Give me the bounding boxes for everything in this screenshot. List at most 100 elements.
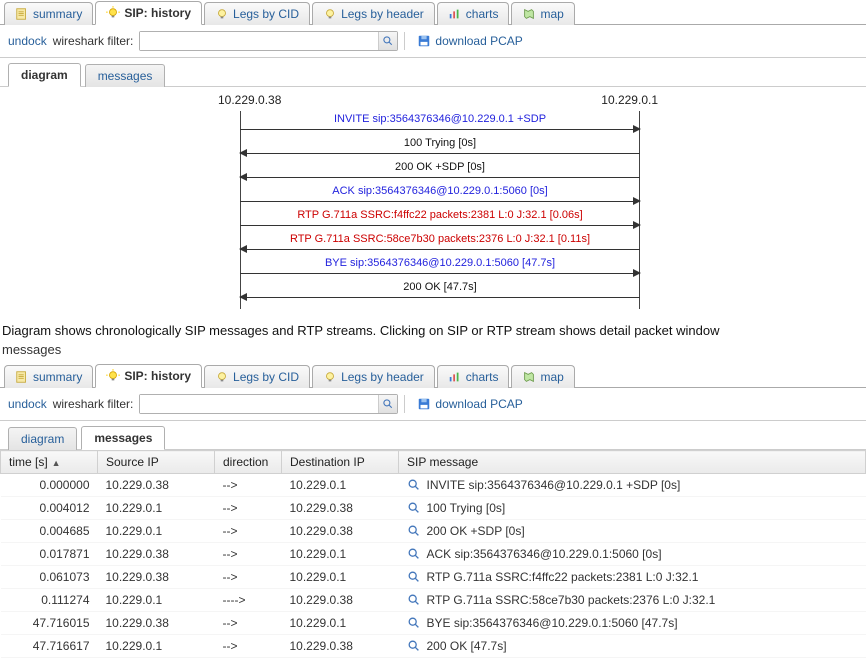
diagram-explain-text: Diagram shows chronologically SIP messag… — [0, 319, 866, 340]
col-time[interactable]: time [s]▲ — [1, 451, 98, 474]
tab-map[interactable]: map — [511, 2, 574, 25]
sequence-diagram: 10.229.0.38 10.229.0.1 INVITE sip:356437… — [0, 87, 866, 319]
cell-dest-ip: 10.229.0.38 — [282, 635, 399, 658]
seq-message-label: BYE sip:3564376346@10.229.0.1:5060 [47.7… — [240, 257, 640, 269]
table-row[interactable]: 0.11127410.229.0.1---->10.229.0.38RTP G.… — [1, 589, 866, 612]
table-row[interactable]: 0.00000010.229.0.38-->10.229.0.1INVITE s… — [1, 474, 866, 497]
arrow-right-icon — [633, 197, 641, 205]
table-row[interactable]: 0.06107310.229.0.38-->10.229.0.1RTP G.71… — [1, 566, 866, 589]
bulb-on-icon — [106, 6, 120, 20]
magnifier-icon[interactable] — [407, 524, 421, 538]
download-pcap-button[interactable]: download PCAP — [417, 34, 522, 48]
doc-icon — [15, 7, 29, 21]
subtab-messages[interactable]: messages — [85, 64, 166, 87]
tab-legs-header[interactable]: Legs by header — [312, 365, 435, 388]
messages-table: time [s]▲ Source IP direction Destinatio… — [0, 450, 866, 658]
filter-search-button[interactable] — [378, 32, 397, 50]
undock-link[interactable]: undock — [8, 34, 47, 48]
col-dest-ip[interactable]: Destination IP — [282, 451, 399, 474]
filter-box — [139, 394, 398, 414]
magnifier-icon[interactable] — [407, 570, 421, 584]
cell-sip-message: RTP G.711a SSRC:f4ffc22 packets:2381 L:0… — [399, 566, 866, 589]
seq-message[interactable]: RTP G.711a SSRC:f4ffc22 packets:2381 L:0… — [28, 209, 838, 233]
cell-time: 0.017871 — [1, 543, 98, 566]
seq-message-label: 200 OK [47.7s] — [240, 281, 640, 293]
magnifier-icon[interactable] — [407, 547, 421, 561]
cell-sip-message: ACK sip:3564376346@10.229.0.1:5060 [0s] — [399, 543, 866, 566]
tab-label: charts — [466, 7, 499, 21]
tab-label: summary — [33, 7, 82, 21]
magnifier-icon[interactable] — [407, 478, 421, 492]
cell-source-ip: 10.229.0.1 — [98, 497, 215, 520]
cell-sip-message: 100 Trying [0s] — [399, 497, 866, 520]
main-tabbar: summary SIP: history Legs by CID Legs by… — [0, 0, 866, 25]
tab-label: SIP: history — [124, 6, 191, 20]
magnifier-icon[interactable] — [407, 593, 421, 607]
tab-map[interactable]: map — [511, 365, 574, 388]
subtab-diagram[interactable]: diagram — [8, 427, 77, 450]
tab-label: Legs by header — [341, 7, 424, 21]
seq-message[interactable]: 200 OK [47.7s] — [28, 281, 838, 305]
cell-direction: --> — [215, 566, 282, 589]
cell-time: 0.004012 — [1, 497, 98, 520]
arrow-left-icon — [239, 173, 247, 181]
subtab-messages[interactable]: messages — [81, 426, 165, 450]
cell-source-ip: 10.229.0.1 — [98, 520, 215, 543]
filter-input[interactable] — [140, 32, 378, 50]
tab-summary[interactable]: summary — [4, 2, 93, 25]
undock-link[interactable]: undock — [8, 397, 47, 411]
subtab-diagram[interactable]: diagram — [8, 63, 81, 87]
download-pcap-button[interactable]: download PCAP — [417, 397, 522, 411]
tab-label: map — [540, 7, 563, 21]
tab-sip-history[interactable]: SIP: history — [95, 364, 202, 388]
table-row[interactable]: 0.00468510.229.0.1-->10.229.0.38200 OK +… — [1, 520, 866, 543]
col-direction[interactable]: direction — [215, 451, 282, 474]
chart-icon — [448, 7, 462, 21]
magnifier-icon[interactable] — [407, 616, 421, 630]
filter-input[interactable] — [140, 395, 378, 413]
sort-asc-icon: ▲ — [48, 458, 61, 468]
seq-message[interactable]: 100 Trying [0s] — [28, 137, 838, 161]
table-row[interactable]: 0.00401210.229.0.1-->10.229.0.38100 Tryi… — [1, 497, 866, 520]
table-row[interactable]: 47.71601510.229.0.38-->10.229.0.1BYE sip… — [1, 612, 866, 635]
seq-message[interactable]: INVITE sip:3564376346@10.229.0.1 +SDP — [28, 113, 838, 137]
seq-message[interactable]: BYE sip:3564376346@10.229.0.1:5060 [47.7… — [28, 257, 838, 281]
cell-sip-message: BYE sip:3564376346@10.229.0.1:5060 [47.7… — [399, 612, 866, 635]
tab-legs-cid[interactable]: Legs by CID — [204, 2, 310, 25]
download-label: download PCAP — [435, 34, 522, 48]
tab-legs-header[interactable]: Legs by header — [312, 2, 435, 25]
cell-direction: --> — [215, 543, 282, 566]
seq-message[interactable]: 200 OK +SDP [0s] — [28, 161, 838, 185]
sip-message-text: 200 OK [47.7s] — [427, 639, 507, 653]
magnifier-icon[interactable] — [407, 501, 421, 515]
tab-summary[interactable]: summary — [4, 365, 93, 388]
cell-time: 0.111274 — [1, 589, 98, 612]
bulb-icon — [215, 370, 229, 384]
cell-dest-ip: 10.229.0.1 — [282, 474, 399, 497]
seq-message-label: 100 Trying [0s] — [240, 137, 640, 149]
col-sip-message[interactable]: SIP message — [399, 451, 866, 474]
tab-label: summary — [33, 370, 82, 384]
tab-label: charts — [466, 370, 499, 384]
cell-direction: --> — [215, 520, 282, 543]
tab-charts[interactable]: charts — [437, 365, 510, 388]
magnifier-icon[interactable] — [407, 639, 421, 653]
col-source-ip[interactable]: Source IP — [98, 451, 215, 474]
seq-message[interactable]: ACK sip:3564376346@10.229.0.1:5060 [0s] — [28, 185, 838, 209]
filter-search-button[interactable] — [378, 395, 397, 413]
seq-arrow — [240, 225, 640, 226]
table-row[interactable]: 47.71661710.229.0.1-->10.229.0.38200 OK … — [1, 635, 866, 658]
tab-legs-cid[interactable]: Legs by CID — [204, 365, 310, 388]
seq-message[interactable]: RTP G.711a SSRC:58ce7b30 packets:2376 L:… — [28, 233, 838, 257]
bulb-on-icon — [106, 369, 120, 383]
seq-arrow — [240, 177, 640, 178]
tab-charts[interactable]: charts — [437, 2, 510, 25]
table-row[interactable]: 0.01787110.229.0.38-->10.229.0.1ACK sip:… — [1, 543, 866, 566]
cell-direction: --> — [215, 612, 282, 635]
tab-sip-history[interactable]: SIP: history — [95, 1, 202, 25]
chart-icon — [448, 370, 462, 384]
cell-sip-message: INVITE sip:3564376346@10.229.0.1 +SDP [0… — [399, 474, 866, 497]
cell-sip-message: 200 OK [47.7s] — [399, 635, 866, 658]
doc-icon — [15, 370, 29, 384]
map-icon — [522, 7, 536, 21]
